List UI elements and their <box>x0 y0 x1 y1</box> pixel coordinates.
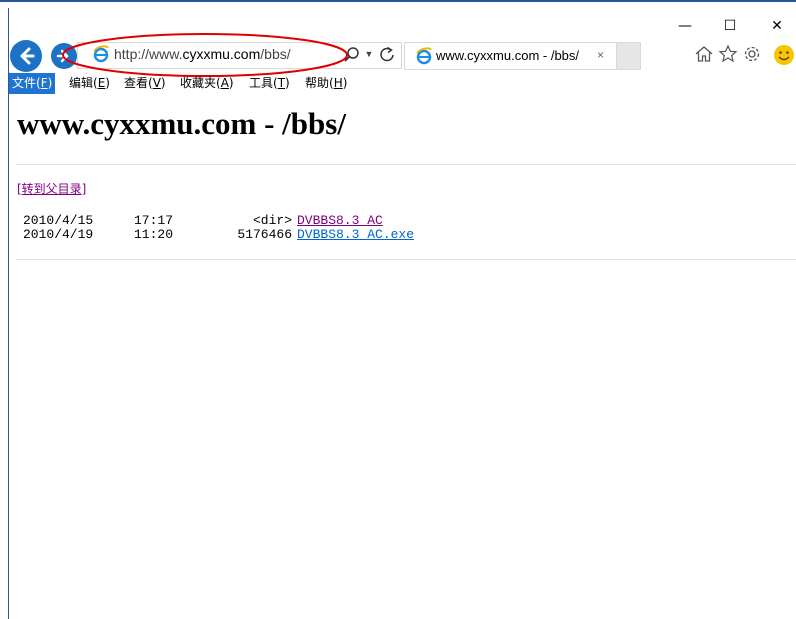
smiley-icon[interactable] <box>773 44 795 66</box>
gear-icon[interactable] <box>742 44 762 64</box>
tab-title[interactable]: www.cyxxmu.com - /bbs/ <box>436 48 579 63</box>
window-left-border <box>8 8 9 619</box>
menu-file[interactable]: 文件(F) <box>9 73 56 94</box>
menu-edit[interactable]: 编辑(E) <box>66 73 113 94</box>
divider-top <box>16 164 796 165</box>
file-size: <dir> <box>252 213 292 228</box>
maximize-button[interactable]: ☐ <box>720 16 740 36</box>
parent-directory-link[interactable]: [转到父目录] <box>17 180 86 197</box>
file-link[interactable]: DVBBS8.3_AC <box>297 214 383 228</box>
home-icon[interactable] <box>694 44 714 64</box>
close-button[interactable]: ✕ <box>767 16 787 36</box>
menu-bar: 文件(F) 编辑(E) 查看(V) 收藏夹(A) 工具(T) 帮助(H) <box>0 73 796 94</box>
file-size: 5176466 <box>237 227 292 242</box>
star-icon[interactable] <box>718 44 738 64</box>
file-time: 11:20 <box>134 227 174 242</box>
browser-window: — ☐ ✕ http://www.cyxxmu.com/bbs/ ▼ www.c… <box>0 0 796 619</box>
refresh-icon[interactable] <box>378 45 396 63</box>
window-top-border <box>0 0 796 2</box>
file-date: 2010/4/15 <box>23 213 94 228</box>
divider-bottom <box>16 259 796 260</box>
page-title: www.cyxxmu.com - /bbs/ <box>17 106 346 141</box>
tab-close-icon[interactable]: × <box>597 48 604 62</box>
minimize-button[interactable]: — <box>675 16 695 36</box>
ie-icon <box>416 47 432 65</box>
file-date: 2010/4/19 <box>23 227 94 242</box>
menu-tools[interactable]: 工具(T) <box>246 73 293 94</box>
chevron-down-icon[interactable]: ▼ <box>364 45 374 63</box>
menu-help[interactable]: 帮助(H) <box>302 73 350 94</box>
back-button[interactable] <box>10 40 42 72</box>
annotation-ellipse <box>62 33 348 77</box>
back-icon <box>20 47 35 65</box>
file-link[interactable]: DVBBS8.3_AC.exe <box>297 228 414 242</box>
file-time: 17:17 <box>134 213 174 228</box>
new-tab-button[interactable] <box>617 42 641 70</box>
menu-view[interactable]: 查看(V) <box>121 73 169 94</box>
menu-favorites[interactable]: 收藏夹(A) <box>177 73 237 94</box>
